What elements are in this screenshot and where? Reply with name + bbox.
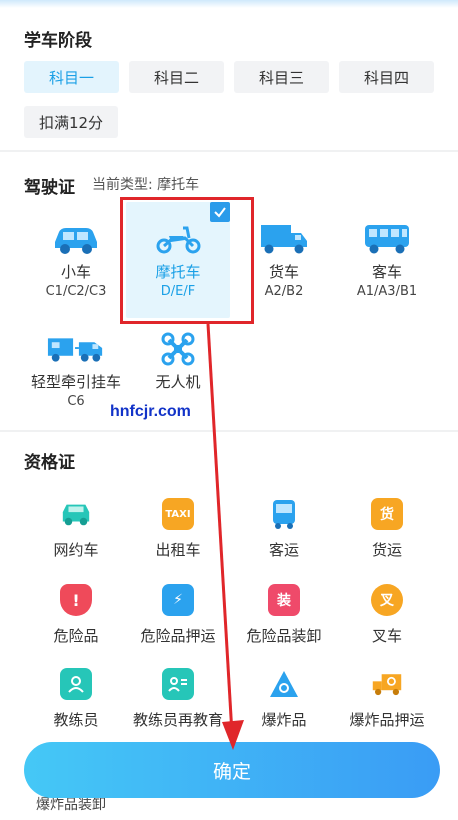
escort-icon: ⚡: [162, 584, 194, 616]
explosive-icon: [268, 668, 300, 700]
hazard-icon: !: [60, 584, 92, 616]
license-current-value: 摩托车: [157, 177, 200, 193]
stage-title: 学车阶段: [24, 31, 92, 51]
qual-item-name: 货运: [371, 541, 402, 559]
license-item-name: 客车: [371, 263, 402, 281]
qual-item-name: 爆炸品押运: [349, 711, 425, 729]
license-item-bus[interactable]: 客车 A1/A3/B1: [335, 222, 439, 302]
coach-icon: [60, 668, 92, 700]
license-item-name: 轻型牵引挂车: [30, 373, 121, 391]
watermark: hnfcjr.com: [110, 403, 191, 420]
qual-item-name: 出租车: [155, 541, 201, 559]
explosive-escort-icon: [371, 668, 403, 700]
qual-item-forklift[interactable]: 叉 叉车: [335, 584, 439, 646]
license-title: 驾驶证: [24, 178, 75, 198]
taxi-icon: TAXI: [162, 498, 194, 530]
qual-item-coach-reedu[interactable]: 教练员再教育: [126, 668, 230, 730]
stage-option-deduct12[interactable]: 扣满12分: [24, 106, 118, 138]
drone-icon: [148, 332, 208, 366]
qual-item-name: 危险品: [53, 627, 99, 645]
license-item-sub: C1/C2/C3: [45, 284, 107, 299]
qual-item-name: 危险品押运: [140, 627, 216, 645]
qual-item-taxi[interactable]: TAXI 出租车: [126, 498, 230, 560]
stage-option-kemu4[interactable]: 科目四: [339, 61, 434, 93]
stage-options-row-2: 扣满12分: [24, 106, 118, 138]
qualification-title: 资格证: [24, 453, 75, 473]
license-item-sub: A1/A3/B1: [356, 284, 418, 299]
stage-option-kemu2[interactable]: 科目二: [129, 61, 224, 93]
ride-hailing-icon: [60, 498, 92, 530]
qual-item-freight[interactable]: 货 货运: [335, 498, 439, 560]
bus-icon: [357, 222, 417, 256]
qual-item-name: 客运: [268, 541, 299, 559]
license-item-trailer[interactable]: 轻型牵引挂车 C6: [24, 332, 128, 412]
stage-options-row: 科目一 科目二 科目三 科目四: [24, 61, 434, 93]
loading-icon: 装: [268, 584, 300, 616]
qual-item-explosive-escort[interactable]: 爆炸品押运: [335, 668, 439, 730]
qual-item-name: 爆炸品: [261, 711, 307, 729]
confirm-button[interactable]: 确定: [24, 742, 440, 798]
trailer-icon: [46, 332, 106, 366]
highlight-box: [120, 197, 254, 324]
qual-item-escort[interactable]: ⚡ 危险品押运: [126, 584, 230, 646]
truck-icon: [254, 222, 314, 256]
top-decoration: [0, 0, 458, 8]
qual-item-ride-hailing[interactable]: 网约车: [24, 498, 128, 560]
qual-item-hazard[interactable]: ! 危险品: [24, 584, 128, 646]
license-item-name: 小车: [60, 263, 91, 281]
qual-item-explosive[interactable]: 爆炸品: [232, 668, 336, 730]
license-item-car[interactable]: 小车 C1/C2/C3: [24, 222, 128, 302]
qual-item-loading[interactable]: 装 危险品装卸: [232, 584, 336, 646]
qual-item-name: 叉车: [371, 627, 402, 645]
license-current-type: 当前类型: 摩托车: [92, 174, 199, 194]
section-divider: [0, 430, 458, 432]
car-icon: [46, 222, 106, 256]
license-item-drone[interactable]: 无人机: [126, 332, 230, 392]
coach-reedu-icon: [162, 668, 194, 700]
freight-icon: 货: [371, 498, 403, 530]
license-item-name: 无人机: [155, 373, 201, 391]
qual-item-name: 网约车: [53, 541, 99, 559]
passenger-bus-icon: [268, 498, 300, 530]
qual-item-coach[interactable]: 教练员: [24, 668, 128, 730]
section-divider: [0, 150, 458, 152]
stage-option-kemu3[interactable]: 科目三: [234, 61, 329, 93]
license-current-prefix: 当前类型:: [92, 177, 153, 193]
qual-item-passenger[interactable]: 客运: [232, 498, 336, 560]
forklift-icon: 叉: [371, 584, 403, 616]
qual-item-name: 教练员: [53, 711, 99, 729]
qual-item-name: 危险品装卸: [246, 627, 322, 645]
stage-option-kemu1[interactable]: 科目一: [24, 61, 119, 93]
qual-item-name: 教练员再教育: [132, 711, 223, 729]
